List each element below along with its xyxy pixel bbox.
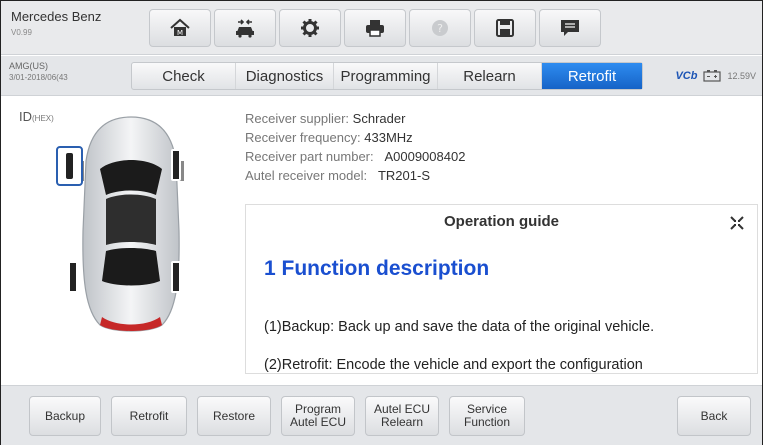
sensor-id-format: (HEX) [32,114,54,123]
retrofit-button[interactable]: Retrofit [111,396,187,436]
help-button[interactable]: ? [409,9,471,47]
status-area: VCb 12.59V [675,70,756,82]
collapse-icon[interactable] [729,215,745,231]
restore-button[interactable]: Restore [197,396,271,436]
tab-check[interactable]: Check [132,63,236,89]
sensor-id-text: ID [19,109,32,124]
system-name: AMG(US) [9,61,48,71]
message-button[interactable] [539,9,601,47]
tab-programming[interactable]: Programming [334,63,438,89]
back-button[interactable]: Back [677,396,751,436]
receiver-frequency-value: 433MHz [364,130,413,145]
function-tabs: Check Diagnostics Programming Relearn Re… [131,62,643,90]
sensor-front-left [66,153,73,179]
guide-section-heading: 1 Function description [264,257,490,280]
help-icon: ? [432,20,448,36]
svg-text:M: M [177,29,183,37]
receiver-part-label: Receiver part number: [245,149,374,164]
app-window: Mercedes Benz V0.99 M ? AMG(US) 3/01-201… [0,0,763,445]
receiver-part-row: Receiver part number: A0009008402 [245,147,465,166]
sensor-rear-left[interactable] [68,261,78,293]
tab-row: AMG(US) 3/01-2018/06(43 Check Diagnostic… [1,56,762,96]
bottom-toolbar: Backup Retrofit Restore Program Autel EC… [1,385,762,445]
print-button[interactable] [344,9,406,47]
receiver-part-value: A0009008402 [384,149,466,164]
vci-status: VCb [675,70,698,82]
system-years: 3/01-2018/06(43 [9,73,68,82]
system-info: AMG(US) 3/01-2018/06(43 [9,61,119,82]
battery-icon [703,70,722,82]
home-icon: M [170,18,190,37]
receiver-model-value: TR201-S [377,168,430,183]
save-button[interactable] [474,9,536,47]
service-function-button[interactable]: Service Function [449,396,525,436]
sensor-rear-right[interactable] [171,261,181,293]
vehicle-make: Mercedes Benz [11,9,102,24]
receiver-supplier-row: Receiver supplier: Schrader [245,109,465,128]
receiver-model-row: Autel receiver model: TR201-S [245,166,465,185]
sensor-front-left-selected[interactable] [56,146,83,186]
vehicle-swap-button[interactable] [214,9,276,47]
program-autel-ecu-button[interactable]: Program Autel ECU [281,396,355,436]
tab-relearn[interactable]: Relearn [438,63,542,89]
home-button[interactable]: M [149,9,211,47]
car-icon [236,19,254,38]
vehicle-info: Mercedes Benz V0.99 [11,9,101,37]
operation-guide-title: Operation guide [443,213,559,230]
autel-ecu-relearn-button[interactable]: Autel ECU Relearn [365,396,439,436]
guide-paragraph-backup: (1)Backup: Back up and save the data of … [264,319,655,335]
tab-diagnostics[interactable]: Diagnostics [236,63,334,89]
backup-button[interactable]: Backup [29,396,101,436]
receiver-supplier-value: Schrader [352,111,406,126]
receiver-info: Receiver supplier: Schrader Receiver fre… [245,109,465,185]
svg-text:?: ? [437,22,443,35]
settings-icon [301,19,319,37]
main-content: ID(HEX) Receiver supplier: Schrader Rece… [1,97,762,384]
top-bar: Mercedes Benz V0.99 M ? [1,1,762,55]
receiver-supplier-label: Receiver supplier: [245,111,350,126]
save-icon [496,19,514,37]
message-icon [561,20,579,36]
sensor-front-right[interactable] [171,149,181,181]
receiver-frequency-label: Receiver frequency: [245,130,361,145]
sensor-id-label: ID(HEX) [19,109,54,124]
software-version: V0.99 [11,28,32,37]
guide-paragraph-retrofit: (2)Retrofit: Encode the vehicle and expo… [264,357,643,373]
receiver-frequency-row: Receiver frequency: 433MHz [245,128,465,147]
operation-guide-panel[interactable]: Operation guide 1 Function description (… [245,204,758,374]
print-icon [366,20,384,37]
settings-button[interactable] [279,9,341,47]
tab-retrofit[interactable]: Retrofit [542,63,642,89]
battery-voltage: 12.59V [727,71,756,81]
receiver-model-label: Autel receiver model: [245,168,368,183]
